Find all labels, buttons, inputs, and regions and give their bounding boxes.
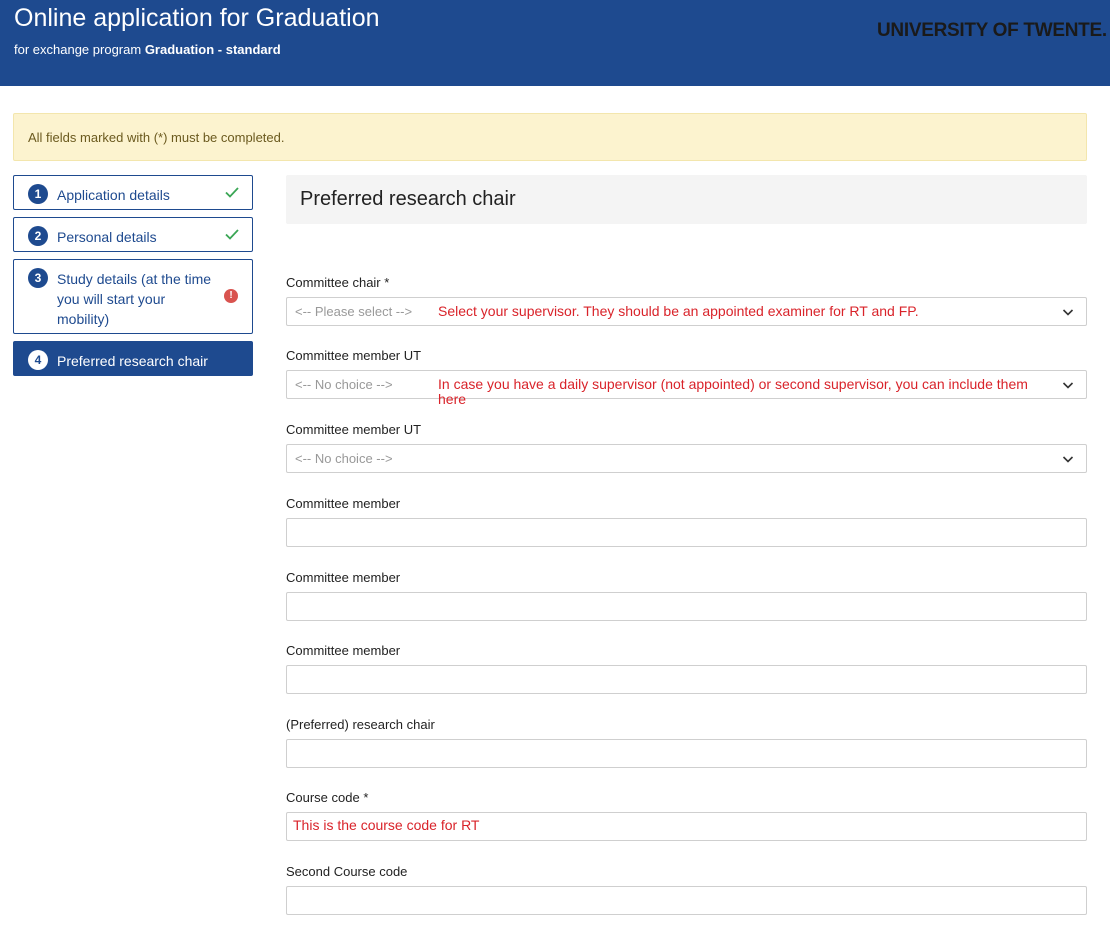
second-course-code-input[interactable] (286, 886, 1087, 915)
checkmark-icon (225, 229, 239, 240)
university-logo: UNIVERSITY OF TWENTE. (877, 20, 1107, 41)
committee-member-ut-label: Committee member UT (286, 422, 422, 437)
annotation-hint: In case you have a daily supervisor (not… (438, 376, 1028, 407)
committee-chair-select[interactable]: <-- Please select --> Select your superv… (286, 297, 1087, 326)
committee-member-label: Committee member (286, 570, 401, 585)
committee-member-ut-label: Committee member UT (286, 348, 422, 363)
program-variant: standard (225, 42, 281, 57)
select-placeholder: <-- No choice --> (295, 377, 393, 392)
select-placeholder: <-- Please select --> (295, 304, 413, 319)
committee-member-input[interactable] (286, 592, 1087, 621)
annotation-hint: Select your supervisor. They should be a… (438, 303, 919, 319)
step-label: Study details (at the time you will star… (57, 271, 212, 327)
step-number: 4 (28, 350, 48, 370)
committee-member-ut-select[interactable]: <-- No choice --> (286, 444, 1087, 473)
section-header: Preferred research chair (286, 175, 1087, 224)
step-preferred-research-chair[interactable]: 4 Preferred research chair (13, 341, 253, 376)
committee-member-input[interactable] (286, 665, 1087, 694)
committee-chair-label: Committee chair * (286, 275, 390, 290)
second-course-code-label: Second Course code (286, 864, 408, 879)
research-chair-input[interactable] (286, 739, 1087, 768)
input-value: This is the course code for RT (293, 817, 480, 833)
step-study-details[interactable]: 3 Study details (at the time you will st… (13, 259, 253, 334)
step-number: 1 (28, 184, 48, 204)
page-title: Online application for Graduation (14, 4, 380, 32)
checkmark-icon (225, 187, 239, 198)
select-placeholder: <-- No choice --> (295, 451, 393, 466)
step-number: 3 (28, 268, 48, 288)
step-label: Application details (57, 187, 170, 203)
course-code-input[interactable]: This is the course code for RT (286, 812, 1087, 841)
required-fields-alert: All fields marked with (*) must be compl… (13, 113, 1087, 161)
step-label: Personal details (57, 229, 157, 245)
program-subtitle: for exchange program Graduation - standa… (14, 42, 281, 57)
committee-member-input[interactable] (286, 518, 1087, 547)
committee-member-ut-select[interactable]: <-- No choice --> In case you have a dai… (286, 370, 1087, 407)
chevron-down-icon (1062, 456, 1074, 463)
step-number: 2 (28, 226, 48, 246)
chevron-down-icon (1062, 309, 1074, 316)
step-label: Preferred research chair (57, 353, 208, 369)
research-chair-label: (Preferred) research chair (286, 717, 435, 732)
course-code-label: Course code * (286, 790, 369, 805)
error-icon: ! (224, 289, 238, 303)
app-header: Online application for Graduation for ex… (0, 0, 1110, 86)
subtitle-prefix: for exchange program (14, 42, 142, 57)
committee-member-label: Committee member (286, 643, 401, 658)
committee-member-label: Committee member (286, 496, 401, 511)
program-separator: - (217, 42, 223, 57)
step-application-details[interactable]: 1 Application details (13, 175, 253, 210)
chevron-down-icon (1062, 382, 1074, 389)
program-name: Graduation (144, 42, 215, 57)
step-personal-details[interactable]: 2 Personal details (13, 217, 253, 252)
section-title: Preferred research chair (300, 188, 516, 210)
